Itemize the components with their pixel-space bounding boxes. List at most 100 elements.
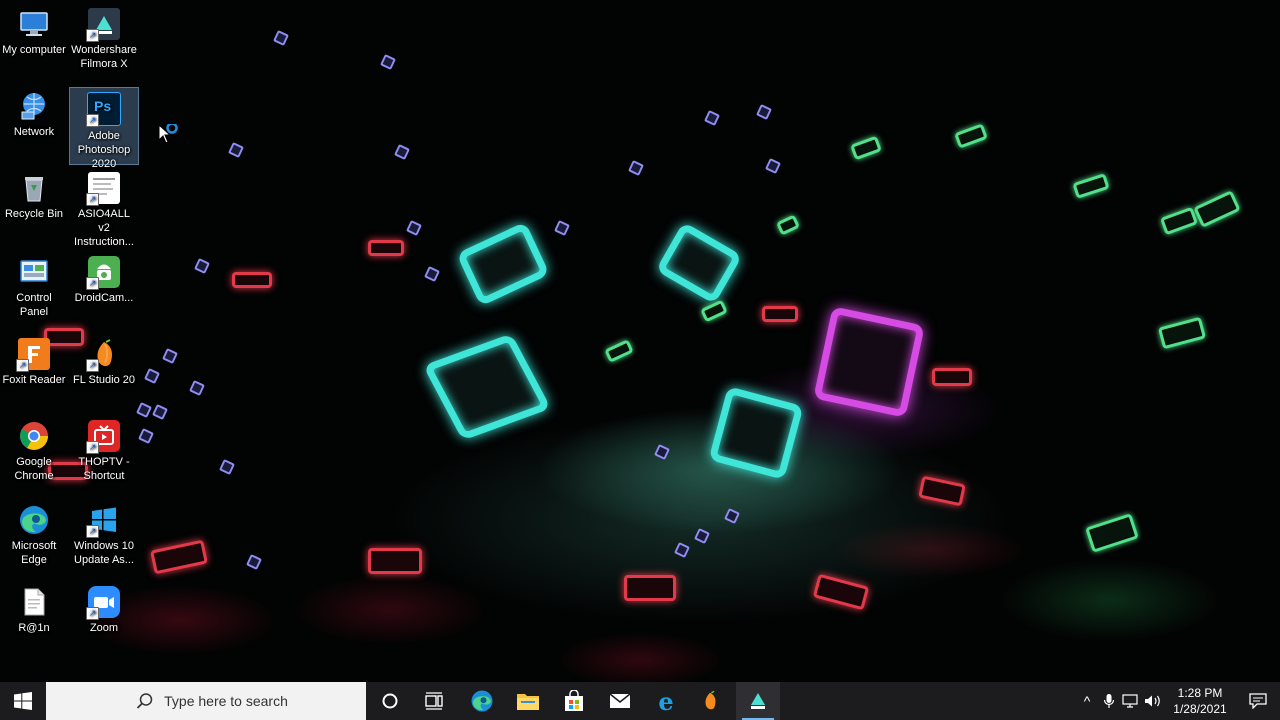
foxit-reader-icon: ↗ — [16, 338, 50, 372]
filmora-icon — [751, 693, 765, 709]
wallpaper-bit — [138, 428, 154, 444]
recycle-bin-icon — [18, 172, 50, 204]
desktop-icon-my-computer[interactable]: My computer — [0, 4, 68, 59]
network-icon — [18, 90, 50, 122]
system-tray: ^ 1:28 PM 1/28/2021 — [1076, 682, 1280, 720]
desktop-icon-wondershare-filmora[interactable]: ↗ Wondershare Filmora X — [70, 4, 138, 73]
wallpaper-bit — [674, 542, 690, 558]
mail-icon — [609, 693, 631, 708]
desktop-icon-recycle-bin[interactable]: Recycle Bin — [0, 168, 68, 223]
taskbar-clock[interactable]: 1:28 PM 1/28/2021 — [1164, 685, 1236, 717]
taskbar-app-file-explorer[interactable] — [506, 682, 550, 720]
shortcut-arrow-icon: ↗ — [86, 193, 99, 206]
action-center-button[interactable] — [1236, 682, 1280, 720]
shortcut-arrow-icon: ↗ — [86, 29, 99, 42]
desktop-icon-fl-studio[interactable]: ↗ FL Studio 20 — [70, 334, 138, 389]
wallpaper-cube — [812, 573, 870, 611]
notification-icon — [1249, 693, 1267, 709]
wallpaper-bit — [136, 402, 152, 418]
desktop-icon-windows-10-update-assistant[interactable]: ↗ Windows 10 Update As... — [70, 500, 138, 569]
desktop-icon-asio4all-instructions[interactable]: ↗ ASIO4ALL v2 Instruction... — [70, 168, 138, 251]
desktop-icon-thoptv[interactable]: ↗ THOPTV - Shortcut — [70, 416, 138, 485]
windows-logo-icon: ↗ — [86, 504, 120, 538]
wallpaper-bit — [394, 144, 410, 160]
desktop-icon-label: Network — [13, 126, 55, 138]
microphone-tray-button[interactable] — [1098, 682, 1120, 720]
computer-icon — [18, 8, 50, 40]
taskbar-app-mail[interactable] — [598, 682, 642, 720]
taskbar-app-microsoft-edge[interactable] — [460, 682, 504, 720]
wallpaper-bit — [424, 266, 440, 282]
desktop-icon-microsoft-edge[interactable]: Microsoft Edge — [0, 500, 68, 569]
taskbar-app-wondershare-filmora[interactable] — [736, 682, 780, 720]
wallpaper-cube — [150, 539, 208, 575]
shortcut-arrow-icon: ↗ — [86, 607, 99, 620]
show-hidden-icons-button[interactable]: ^ — [1076, 682, 1098, 720]
wallpaper-cube — [700, 299, 728, 323]
desktop-icon-label: Recycle Bin — [4, 208, 64, 220]
start-button[interactable] — [0, 682, 46, 720]
wallpaper-cube — [1159, 206, 1199, 236]
desktop-icon-zoom[interactable]: ↗ Zoom — [70, 582, 138, 637]
windows-logo-icon — [14, 692, 32, 710]
wallpaper-bit — [765, 158, 781, 174]
desktop-icon-network[interactable]: Network — [0, 86, 68, 141]
wallpaper-bit — [406, 220, 422, 236]
wallpaper-cube — [918, 475, 966, 507]
network-status-icon — [1122, 694, 1138, 708]
control-panel-icon — [18, 256, 50, 288]
wallpaper-cube — [456, 221, 550, 307]
search-icon — [136, 693, 153, 709]
wallpaper-cube — [708, 386, 804, 480]
wallpaper-bit — [194, 258, 210, 274]
desktop-icon-label: Google Chrome — [14, 456, 54, 482]
desktop-icon-label: Zoom — [89, 622, 119, 634]
desktop-icon-label: Windows 10 Update As... — [74, 540, 134, 566]
wallpaper-bit — [380, 54, 396, 70]
desktop-icon-label: Wondershare Filmora X — [71, 44, 137, 70]
wallpaper-bit — [724, 508, 740, 524]
desktop-icon-control-panel[interactable]: Control Panel — [0, 252, 68, 321]
microphone-icon — [1103, 694, 1115, 708]
taskbar-app-fl-studio[interactable] — [688, 682, 732, 720]
wallpaper-cube — [368, 548, 422, 574]
taskbar-search-box[interactable]: Type here to search — [46, 682, 366, 720]
wallpaper-cube — [624, 575, 676, 601]
desktop-icon-label: ASIO4ALL v2 Instruction... — [74, 208, 134, 248]
cortana-button[interactable] — [368, 682, 412, 720]
wallpaper-cube — [1072, 173, 1110, 199]
wallpaper-cube — [604, 339, 634, 363]
wallpaper-bit — [219, 459, 235, 475]
cortana-circle-icon — [382, 693, 398, 709]
chrome-icon — [18, 420, 50, 452]
edge-icon — [471, 690, 493, 712]
wallpaper-bit — [756, 104, 772, 120]
taskbar-app-internet-explorer[interactable]: e — [644, 682, 688, 720]
desktop-icon-droidcam[interactable]: ↗ DroidCam... — [70, 252, 138, 307]
desktop-icon-r1n-file[interactable]: R@1n — [0, 582, 68, 637]
wallpaper-cube — [954, 123, 988, 149]
wallpaper-bit — [628, 160, 644, 176]
wallpaper-bit — [554, 220, 570, 236]
shortcut-arrow-icon: ↗ — [86, 525, 99, 538]
chevron-up-icon: ^ — [1083, 693, 1091, 709]
wallpaper-bit — [189, 380, 205, 396]
volume-tray-button[interactable] — [1142, 682, 1164, 720]
shortcut-arrow-icon: ↗ — [86, 114, 99, 127]
taskbar-app-microsoft-store[interactable] — [552, 682, 596, 720]
folder-icon — [517, 694, 539, 710]
droidcam-icon: ↗ — [86, 256, 120, 290]
wallpaper-bit — [162, 348, 178, 364]
desktop-icon-adobe-photoshop[interactable]: Ps ↗ Adobe Photoshop 2020 — [69, 87, 139, 170]
task-view-icon — [425, 692, 443, 710]
wallpaper-cube — [422, 333, 552, 441]
wallpaper-bit — [246, 554, 262, 570]
store-bag-icon — [565, 690, 583, 711]
desktop-icon-foxit-reader[interactable]: ↗ Foxit Reader — [0, 334, 68, 389]
network-tray-button[interactable] — [1120, 682, 1142, 720]
desktop-icon-google-chrome[interactable]: Google Chrome — [0, 416, 68, 485]
task-view-button[interactable] — [412, 682, 456, 720]
wallpaper-cube — [655, 221, 743, 305]
filmora-icon: ↗ — [86, 8, 120, 42]
desktop-icon-label: My computer — [2, 44, 66, 56]
